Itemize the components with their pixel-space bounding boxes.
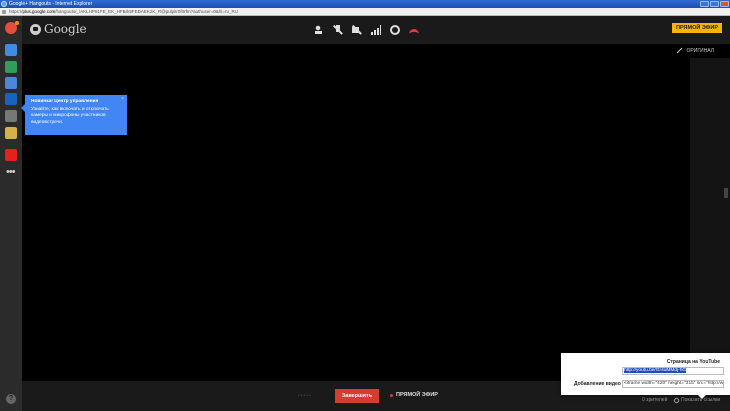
lock-icon [2,10,6,14]
control-room-tooltip: × Новинка! Центр управления Узнайте, как… [21,95,127,135]
capture-icon[interactable] [5,77,17,89]
youtube-icon[interactable] [5,149,17,161]
call-controls [314,25,419,35]
settings-icon[interactable] [390,25,400,35]
help-icon[interactable]: ? [6,394,16,404]
url-path: /hangouts/_/AKLHP61FE_EK_HFBrk9FEDAEK2K_… [55,9,238,14]
mic-muted-icon[interactable] [333,25,343,35]
control-room-icon[interactable] [5,110,17,122]
bandwidth-icon[interactable] [371,25,381,35]
chat-icon[interactable] [5,44,17,56]
hangouts-logo-icon [30,23,41,35]
hangout-app: ••• ? Google ПРЯМОЙ ЭФИР ОРИГИНАЛ × Нови… [0,16,730,411]
window-title: Google+ Hangouts - Internet Explorer [9,1,93,7]
effects-wand-icon [676,47,683,54]
hangup-icon[interactable] [409,29,419,35]
original-label: ОРИГИНАЛ [686,47,714,54]
original-view-toggle[interactable]: ОРИГИНАЛ [676,47,714,54]
maximize-button[interactable] [710,1,719,7]
tooltip-close-icon[interactable]: × [121,96,124,103]
participants-strip [690,58,730,381]
url-scheme: https:// [9,9,23,14]
live-status-label: ПРЯМОЙ ЭФИР [396,392,438,398]
links-popup: Страница на YouTube http://youtu.be/Gr4u… [561,353,730,399]
youtube-url-selected: http://youtu.be/Gr4uMMdj-hG [624,368,687,373]
link-icon [672,396,681,404]
youtube-url-field[interactable]: http://youtu.be/Gr4uMMdj-hG [622,367,724,375]
hangout-toolbar: Google ПРЯМОЙ ЭФИР ОРИГИНАЛ [22,16,730,54]
address-bar[interactable]: https://plus.google.com/hangouts/_/AKLHP… [0,8,730,16]
youtube-page-label: Страница на YouTube [666,359,720,365]
embed-code-field[interactable]: <iframe width="420" height="315" src="ht… [622,380,724,388]
internet-explorer-icon [1,1,7,7]
more-icon[interactable]: ••• [6,167,16,178]
loading-dots-icon: ••••• [298,393,312,399]
embed-video-label: Добавление видео [574,381,621,387]
apps-sidebar: ••• ? [0,16,22,411]
viewer-count: 0 зрителей [642,397,668,403]
minimize-button[interactable] [700,1,709,7]
live-dot-icon [390,393,393,397]
camera-off-icon[interactable] [352,25,362,35]
video-stage [39,58,690,381]
hangouts-logo: Google [30,22,87,36]
logo-text: Google [44,22,87,36]
add-person-icon[interactable] [314,25,324,35]
hangouts-icon[interactable] [5,21,19,34]
remote-desktop-icon[interactable] [5,93,17,105]
live-status: ПРЯМОЙ ЭФИР [390,392,438,398]
tooltip-title: Новинка! Центр управления [31,99,99,104]
url-domain: plus.google.com [22,9,56,14]
window-titlebar: Google+ Hangouts - Internet Explorer [0,0,730,8]
window-controls [700,1,729,7]
end-broadcast-button[interactable]: Завершить [335,389,379,403]
close-window-button[interactable] [720,1,729,7]
screenshare-icon[interactable] [5,61,17,73]
notes-icon[interactable] [5,127,17,139]
tooltip-body: Узнайте, как включать и отключать камеры… [31,106,109,125]
live-broadcast-button[interactable]: ПРЯМОЙ ЭФИР [672,23,722,33]
participants-scrollbar[interactable] [724,188,728,198]
